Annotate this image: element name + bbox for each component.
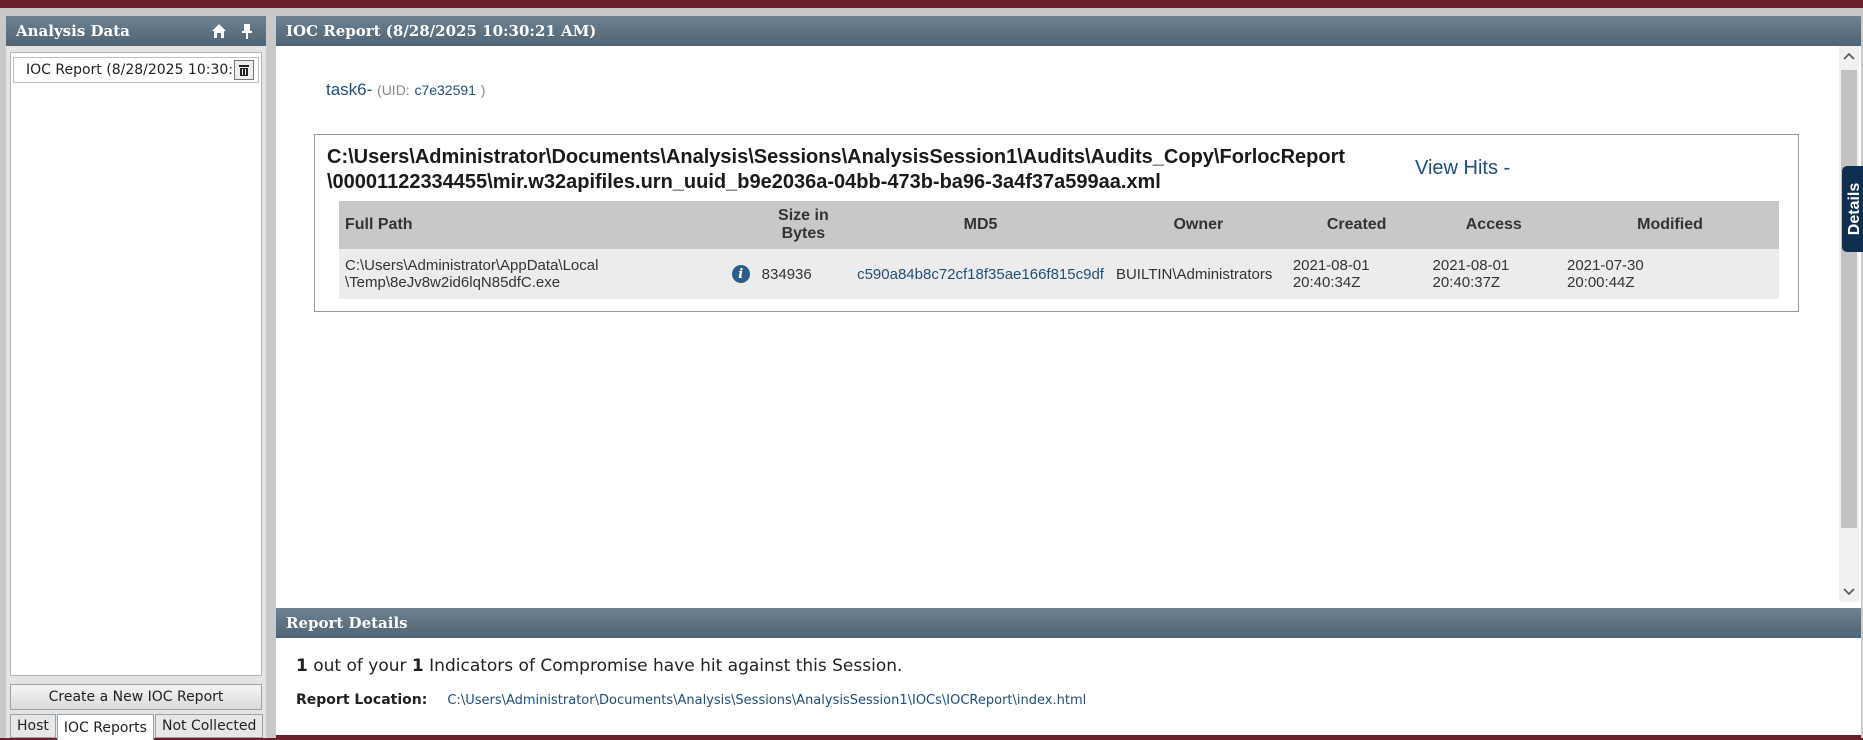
report-details-header: Report Details — [276, 608, 1861, 638]
report-details-panel: Report Details 1 out of your 1 Indicator… — [276, 608, 1861, 738]
cell-full-path: C:\Users\Administrator\AppData\Local \Te… — [339, 249, 756, 299]
col-access[interactable]: Access — [1427, 201, 1561, 249]
ioc-report-title: IOC Report (8/28/2025 10:30:21 AM) — [286, 22, 596, 40]
task-name: task6- — [326, 80, 372, 99]
summary-mid: out of your — [308, 656, 412, 676]
tab-not-collected[interactable]: Not Collected — [155, 714, 263, 738]
full-path-line-1: C:\Users\Administrator\AppData\Local — [345, 257, 598, 274]
cell-md5: c590a84b8c72cf18f35ae166f815c9df — [851, 249, 1110, 299]
col-modified[interactable]: Modified — [1561, 201, 1779, 249]
task-line: task6- (UID: c7e32591 ) — [326, 80, 485, 100]
hit-summary: 1 out of your 1 Indicators of Compromise… — [296, 656, 902, 676]
details-tab-label: Details — [1847, 183, 1863, 235]
table-header-row: Full Path Size in Bytes MD5 Owner Create… — [339, 201, 1779, 249]
col-md5[interactable]: MD5 — [851, 201, 1110, 249]
pin-icon[interactable] — [238, 22, 256, 40]
cell-owner: BUILTIN\Administrators — [1110, 249, 1287, 299]
analysis-data-header: Analysis Data — [6, 16, 266, 46]
view-hits-link[interactable]: View Hits - — [1415, 157, 1510, 180]
report-details-title: Report Details — [286, 614, 408, 632]
col-size[interactable]: Size in Bytes — [756, 201, 851, 249]
modified-time: 20:00:44Z — [1567, 274, 1773, 291]
analysis-data-panel: Analysis Data IOC Report (8/28/2025 10:3… — [6, 16, 266, 738]
list-item-label: IOC Report (8/28/2025 10:30:2 — [26, 62, 234, 78]
analysis-data-title: Analysis Data — [16, 22, 130, 40]
summary-end: Indicators of Compromise have hit agains… — [424, 656, 903, 676]
uid-value: c7e32591 — [414, 82, 476, 98]
col-owner[interactable]: Owner — [1110, 201, 1287, 249]
header-icons — [210, 22, 256, 40]
cell-created: 2021-08-01 20:40:34Z — [1287, 249, 1427, 299]
full-path-line-2: \Temp\8eJv8w2id6lqN85dfC.exe — [345, 274, 598, 291]
ioc-report-header: IOC Report (8/28/2025 10:30:21 AM) — [276, 16, 1861, 46]
ioc-report-panel: IOC Report (8/28/2025 10:30:21 AM) task6… — [276, 16, 1861, 738]
created-date: 2021-08-01 — [1293, 257, 1421, 274]
chevron-up-icon[interactable] — [1839, 46, 1859, 66]
audit-path-line-2: \00001122334455\mir.w32apifiles.urn_uuid… — [327, 170, 1367, 195]
tab-host[interactable]: Host — [10, 714, 56, 738]
hit-box: C:\Users\Administrator\Documents\Analysi… — [314, 134, 1799, 312]
report-location-link[interactable]: C:\Users\Administrator\Documents\Analysi… — [447, 693, 1086, 708]
uid-label: (UID: — [377, 82, 410, 98]
uid-close: ) — [481, 82, 486, 98]
left-panel-tabs: Host IOC Reports Not Collected — [10, 714, 264, 740]
total-count: 1 — [412, 656, 424, 676]
md5-link[interactable]: c590a84b8c72cf18f35ae166f815c9df — [857, 266, 1104, 283]
home-icon[interactable] — [210, 22, 228, 40]
hit-count: 1 — [296, 656, 308, 676]
list-item[interactable]: IOC Report (8/28/2025 10:30:2 — [13, 57, 259, 83]
modified-date: 2021-07-30 — [1567, 257, 1773, 274]
access-date: 2021-08-01 — [1433, 257, 1555, 274]
col-size-line-2: Bytes — [762, 225, 845, 243]
info-icon[interactable]: i — [732, 265, 750, 283]
table-row: C:\Users\Administrator\AppData\Local \Te… — [339, 249, 1779, 299]
chevron-down-icon[interactable] — [1839, 582, 1859, 602]
created-time: 20:40:34Z — [1293, 274, 1421, 291]
cell-modified: 2021-07-30 20:00:44Z — [1561, 249, 1779, 299]
tab-ioc-reports[interactable]: IOC Reports — [57, 714, 154, 740]
trash-icon[interactable] — [234, 60, 254, 80]
audit-file-path: C:\Users\Administrator\Documents\Analysi… — [327, 145, 1367, 195]
report-location-label: Report Location: — [296, 692, 427, 708]
details-tab[interactable]: Details — [1842, 166, 1863, 252]
cell-size: 834936 — [756, 249, 851, 299]
col-full-path[interactable]: Full Path — [339, 201, 756, 249]
ioc-report-list: IOC Report (8/28/2025 10:30:2 — [10, 52, 262, 676]
access-time: 20:40:37Z — [1433, 274, 1555, 291]
report-scrollbar[interactable] — [1839, 46, 1859, 602]
col-created[interactable]: Created — [1287, 201, 1427, 249]
audit-path-line-1: C:\Users\Administrator\Documents\Analysi… — [327, 145, 1367, 170]
create-ioc-report-button[interactable]: Create a New IOC Report — [10, 684, 262, 710]
report-location-row: Report Location: C:\Users\Administrator\… — [296, 692, 1086, 708]
cell-access: 2021-08-01 20:40:37Z — [1427, 249, 1561, 299]
report-content: task6- (UID: c7e32591 ) C:\Users\Adminis… — [276, 46, 1836, 602]
hits-table: Full Path Size in Bytes MD5 Owner Create… — [339, 201, 1779, 299]
scroll-thumb[interactable] — [1841, 70, 1857, 528]
col-size-line-1: Size in — [762, 207, 845, 225]
